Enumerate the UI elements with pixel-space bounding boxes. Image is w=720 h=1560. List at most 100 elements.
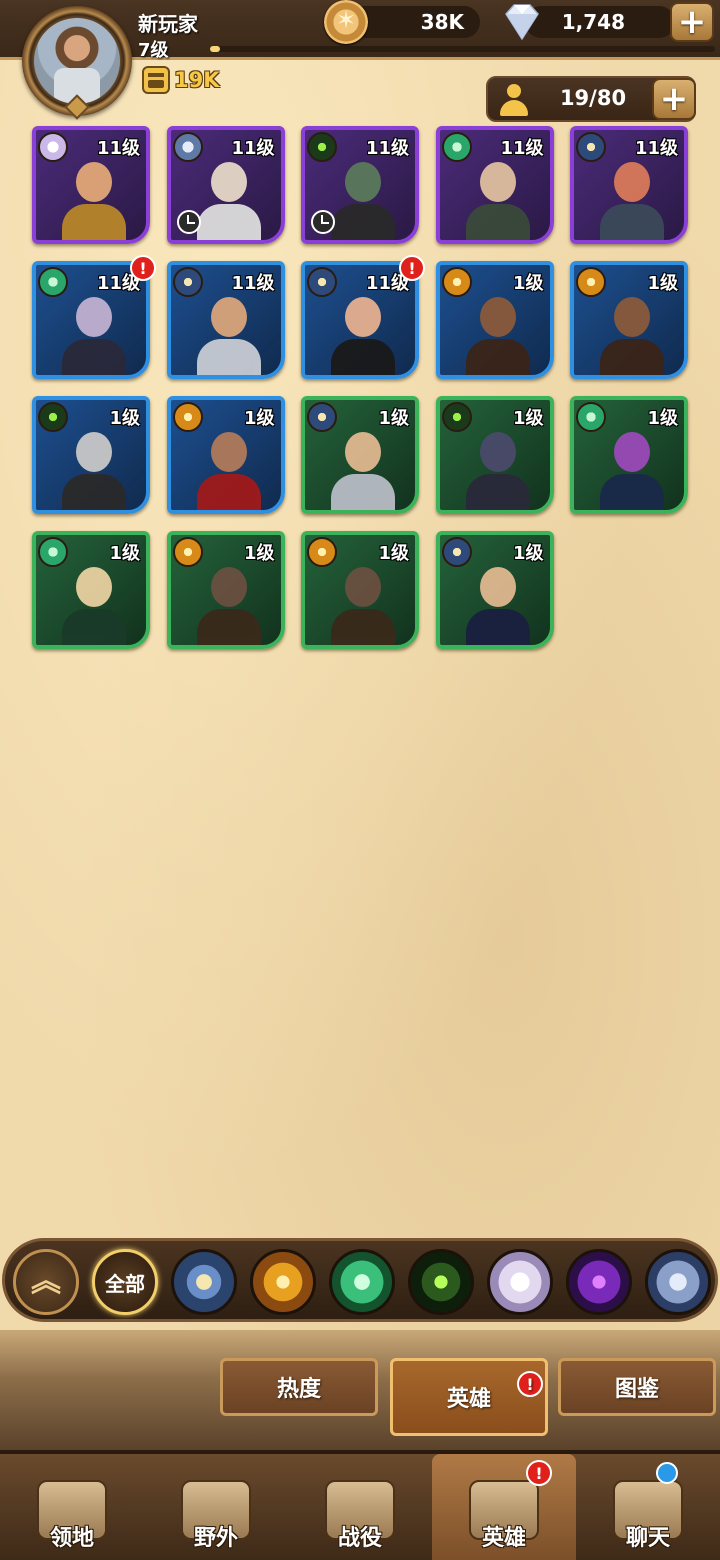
player-avatar[interactable] <box>22 6 132 120</box>
hero-card-frame: 1级 <box>32 531 150 649</box>
eye-faction-icon <box>38 402 68 432</box>
leaf-faction-icon <box>441 132 472 162</box>
nav-campaign-label: 战役 <box>337 1526 382 1551</box>
hero-level: 11级 <box>231 138 275 159</box>
hero-card[interactable]: 1级 <box>435 261 554 379</box>
leaf-faction-icon <box>38 267 68 297</box>
filter-mech-faction-icon[interactable] <box>645 1249 711 1315</box>
person-icon <box>498 84 530 116</box>
hero-card-frame: 1级 <box>435 261 554 379</box>
hero-card-frame: 11级 <box>435 126 554 244</box>
hero-level: 11级 <box>96 138 140 159</box>
nav-territory-label: 领地 <box>49 1526 94 1551</box>
chevron-up-icon: ︽ <box>31 1264 61 1299</box>
alert-badge: ! <box>130 255 156 281</box>
eye-faction-icon <box>441 402 472 432</box>
nav-territory[interactable]: 领地 <box>0 1454 144 1560</box>
nav-campaign[interactable]: 战役 <box>288 1454 432 1560</box>
hero-card[interactable]: 1级 <box>166 396 285 514</box>
expand-capacity-button[interactable]: + <box>652 78 696 120</box>
hero-card[interactable]: 11级 <box>301 126 419 244</box>
hero-count-text: 19/80 <box>559 86 627 110</box>
xp-bar-fill <box>210 46 221 52</box>
hero-card[interactable]: 11级 <box>435 126 554 244</box>
hero-card-frame: 1级 <box>166 396 285 514</box>
hero-card[interactable]: 11级 <box>166 126 285 244</box>
hero-card[interactable]: 1级 <box>570 261 688 379</box>
hero-card[interactable]: 1级 <box>435 396 554 514</box>
hero-card[interactable]: 1级 <box>166 531 285 649</box>
hero-level: 11级 <box>634 138 678 159</box>
notification-dot <box>656 1462 678 1484</box>
hero-portrait <box>191 557 267 645</box>
mech-faction-icon <box>172 132 203 162</box>
hero-card[interactable]: 1级 <box>32 396 150 514</box>
alert-badge: ! <box>399 255 425 281</box>
sun-faction-icon <box>576 267 606 297</box>
avatar-portrait <box>34 18 120 104</box>
hero-portrait <box>325 557 401 645</box>
hero-card[interactable]: 11级 <box>166 261 285 379</box>
star-faction-icon <box>441 537 472 567</box>
star-faction-icon <box>576 132 606 162</box>
alert-badge: ! <box>526 1460 552 1486</box>
hero-card[interactable]: 11级! <box>32 255 156 379</box>
faction-filter-bar: ︽ 全部 <box>2 1238 718 1322</box>
filter-sun-faction-icon[interactable] <box>250 1249 316 1315</box>
hero-card-frame: 11级 <box>166 261 285 379</box>
star-faction-icon <box>307 402 337 432</box>
hero-portrait <box>56 557 132 645</box>
bottom-nav: 领地 野外 战役 英雄 ! 聊天 <box>0 1450 720 1560</box>
xp-bar <box>210 46 715 52</box>
hero-card[interactable]: 1级 <box>570 396 688 514</box>
hero-card[interactable]: 11级! <box>301 255 425 379</box>
hero-level: 1级 <box>512 273 544 294</box>
filter-eye-faction-icon[interactable] <box>408 1249 474 1315</box>
tab-hero[interactable]: 英雄 ! <box>390 1358 548 1436</box>
hero-level: 1级 <box>243 543 275 564</box>
filter-all-button[interactable]: 全部 <box>92 1249 158 1315</box>
hero-card-frame: 1级 <box>32 396 150 514</box>
hero-portrait <box>325 422 401 510</box>
hero-card[interactable]: 1级 <box>435 531 554 649</box>
hero-portrait <box>460 422 536 510</box>
tab-heat[interactable]: 热度 <box>220 1358 378 1416</box>
hero-card[interactable]: 1级 <box>301 396 419 514</box>
hero-portrait <box>56 287 132 375</box>
hero-card[interactable]: 11级 <box>32 126 150 244</box>
leaf-faction-icon <box>38 537 68 567</box>
hero-portrait <box>191 422 267 510</box>
hero-card[interactable]: 1级 <box>32 531 150 649</box>
hero-card[interactable]: 1级 <box>301 531 419 649</box>
star-faction-icon <box>307 267 337 297</box>
hero-card[interactable]: 11级 <box>570 126 688 244</box>
hero-portrait <box>594 287 670 375</box>
hero-card-frame: 1级 <box>301 396 419 514</box>
gem-counter[interactable]: 1,748 <box>525 6 675 38</box>
gold-coin-icon <box>324 0 368 44</box>
nav-chat[interactable]: 聊天 <box>576 1454 720 1560</box>
filter-dark-faction-icon[interactable] <box>566 1249 632 1315</box>
filter-leaf-faction-icon[interactable] <box>329 1249 395 1315</box>
power-display: 19K <box>142 64 220 96</box>
hero-level: 1级 <box>109 408 140 429</box>
sun-faction-icon <box>441 267 472 297</box>
sort-up-button[interactable]: ︽ <box>13 1249 79 1315</box>
nav-heroes[interactable]: 英雄 ! <box>432 1454 576 1560</box>
filter-light-faction-icon[interactable] <box>487 1249 553 1315</box>
tab-guide[interactable]: 图鉴 <box>558 1358 716 1416</box>
nav-wild[interactable]: 野外 <box>144 1454 288 1560</box>
sun-faction-icon <box>172 402 203 432</box>
hero-portrait <box>460 287 536 375</box>
add-gems-button[interactable]: + <box>670 2 714 42</box>
hero-portrait <box>460 557 536 645</box>
tab-guide-label: 图鉴 <box>614 1377 659 1402</box>
hero-card-frame: 1级 <box>570 396 688 514</box>
hero-portrait <box>191 152 267 240</box>
clock-icon <box>311 210 335 234</box>
hero-card-frame: 1级 <box>301 531 419 649</box>
filter-star-faction-icon[interactable] <box>171 1249 237 1315</box>
hero-card-frame: 1级 <box>166 531 285 649</box>
clock-icon <box>176 210 201 234</box>
hero-portrait <box>594 152 670 240</box>
